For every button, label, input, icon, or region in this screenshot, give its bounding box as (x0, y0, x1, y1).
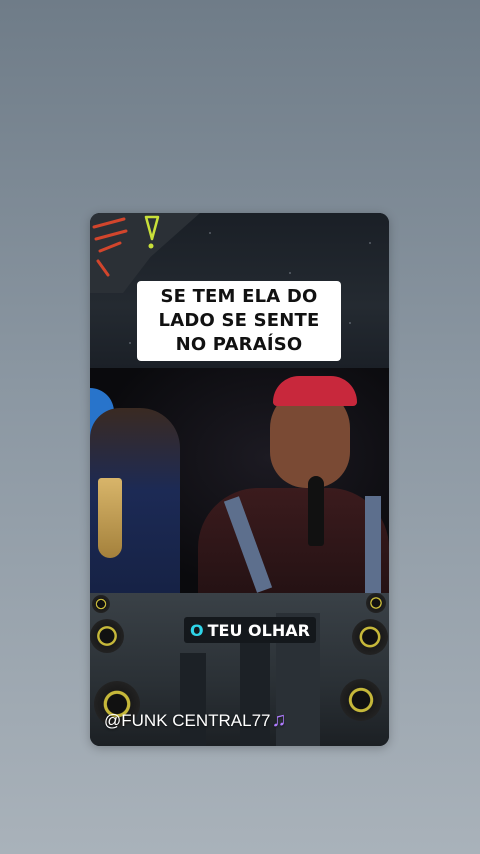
stage-scene (90, 368, 389, 593)
speaker-left-upper (90, 619, 124, 653)
caption-line-3: NO PARAÍSO (175, 334, 303, 355)
microphone (308, 476, 324, 546)
caption-line-2: LADO SE SENTE (158, 310, 320, 331)
speaker-small-left (92, 595, 110, 613)
building-silhouette (180, 653, 206, 746)
caption-highlight-word: O (190, 620, 204, 640)
watermark-text: @FUNK CENTRAL77 (104, 710, 271, 730)
speaker-right-lower (340, 679, 382, 721)
caption-rest: TEU OLHAR (207, 620, 310, 640)
channel-watermark: @FUNK CENTRAL77 ♫ (104, 709, 287, 732)
saxophone (98, 478, 122, 558)
caption-line-1: SE TEM ELA DO (160, 286, 318, 307)
video-player[interactable]: SE TEM ELA DO LADO SE SENTE NO PARAÍSO O… (90, 213, 389, 746)
speaker-small-right (366, 593, 386, 613)
overall-strap-right (365, 496, 381, 593)
lyric-caption-bottom: O TEU OLHAR (184, 617, 316, 643)
lyric-caption-top: SE TEM ELA DO LADO SE SENTE NO PARAÍSO (137, 281, 341, 361)
red-cap (273, 376, 357, 406)
speaker-right-upper (352, 619, 388, 655)
music-note-icon: ♫ (271, 709, 287, 731)
